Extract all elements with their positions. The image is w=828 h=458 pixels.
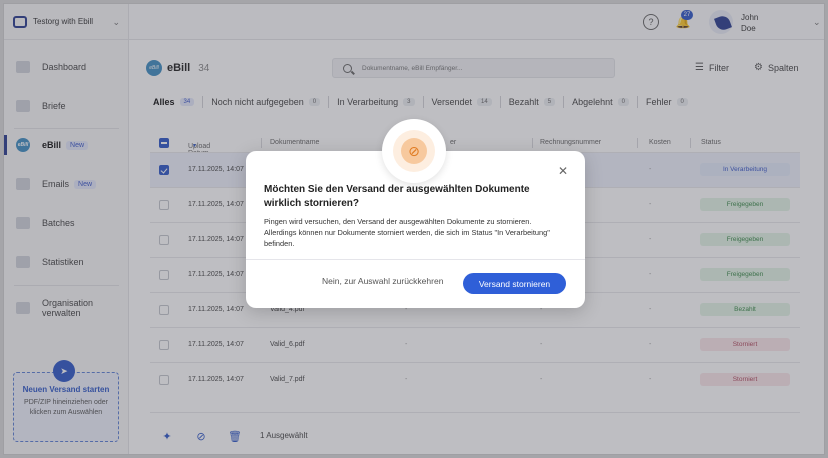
dialog-title: Möchten Sie den Versand der ausgewählten…	[264, 184, 530, 209]
cancel-dispatch-button[interactable]: Versand stornieren	[463, 273, 566, 294]
dialog-body: Pingen wird versuchen, den Versand der a…	[264, 217, 550, 248]
return-to-selection-button[interactable]: Nein, zur Auswahl zurückkehren	[322, 276, 443, 286]
dialog-icon-ring: ⊘	[393, 130, 435, 172]
cancel-icon: ⊘	[401, 138, 427, 164]
close-icon[interactable]: ✕	[557, 165, 569, 177]
dialog-icon-halo: ⊘	[382, 119, 446, 183]
dialog-divider	[246, 259, 585, 260]
